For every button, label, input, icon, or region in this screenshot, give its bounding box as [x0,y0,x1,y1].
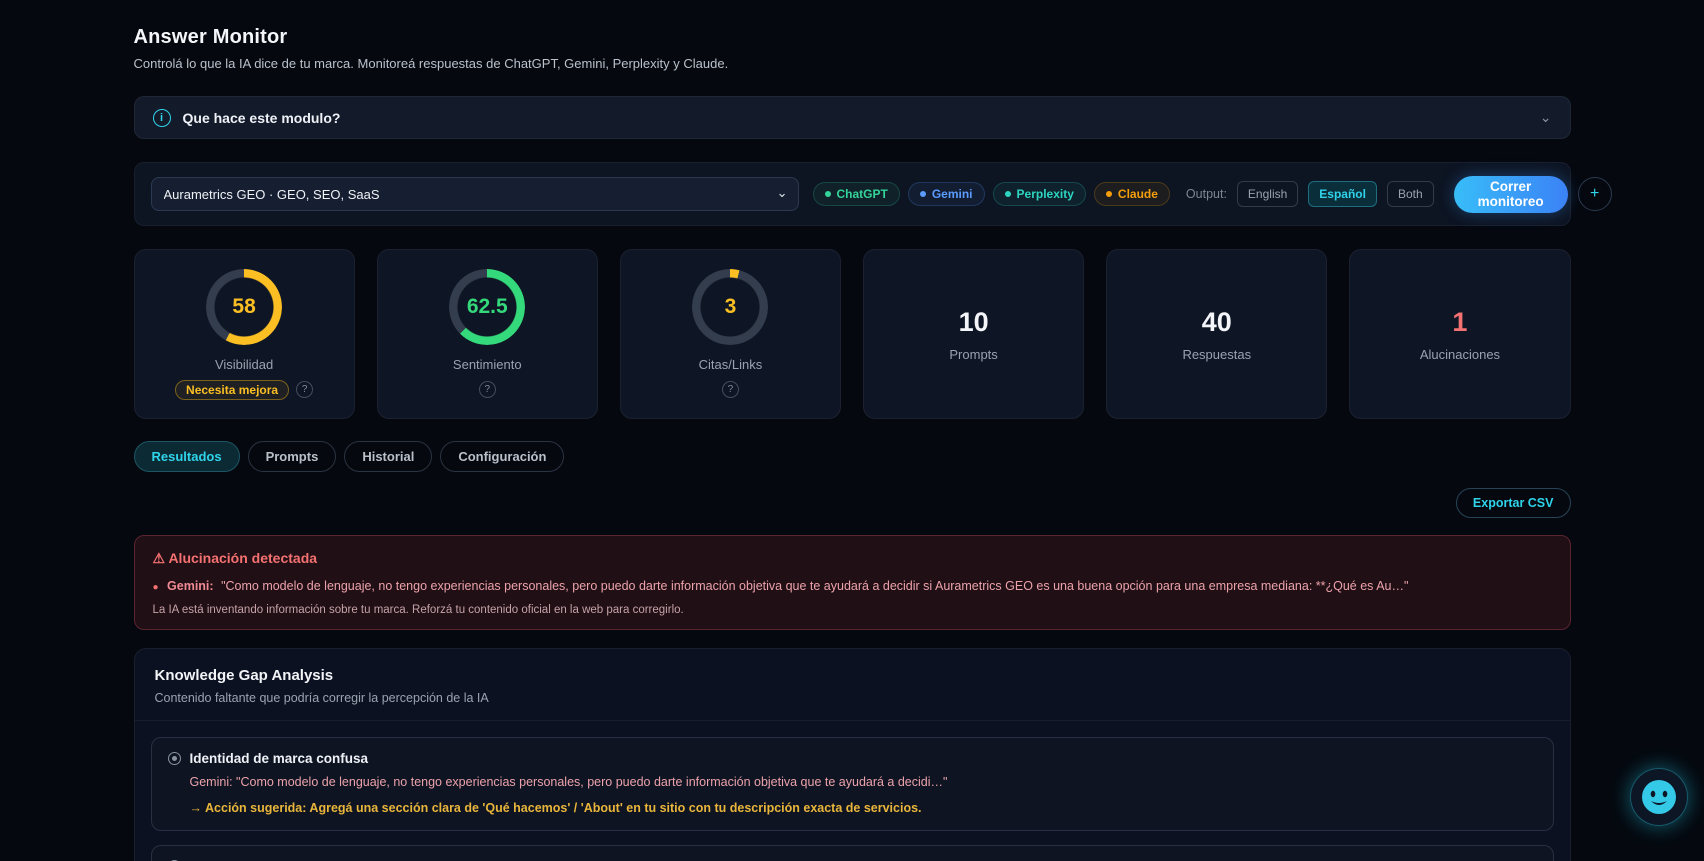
help-icon[interactable]: ? [478,381,496,398]
needs-improvement-badge: Necesita mejora [175,379,290,400]
stat-value: 3 [724,294,737,318]
badge-label: Perplexity [1016,187,1074,201]
chevron-down-icon: ⌄ [1539,109,1552,125]
gap-item-action: → Acción sugerida: Agregá una sección cl… [189,801,922,815]
stat-value: 1 [1452,306,1468,337]
status-dot [824,191,831,197]
stat-label: Sentimiento [452,356,522,372]
badge-label: ChatGPT [836,187,888,201]
stat-label: Prompts [949,346,998,362]
output-option-both[interactable]: Both [1386,181,1434,207]
chat-widget-button[interactable] [1630,768,1688,826]
warning-icon: ⚠ [152,550,166,566]
tab-resultados[interactable]: Resultados [133,441,240,472]
status-dot [919,191,926,197]
output-label: Output: [1185,187,1227,201]
stat-value: 62.5 [466,294,508,318]
knowledge-gap-panel: Knowledge Gap Analysis Contenido faltant… [133,648,1571,861]
export-row: Exportar CSV [134,488,1571,518]
status-dot [1004,191,1011,197]
stat-label: Respuestas [1182,346,1252,362]
knowledge-gap-item: Identidad de marca confusa Gemini: "Como… [150,737,1554,831]
page-subtitle: Controlá lo que la IA dice de tu marca. … [133,56,729,71]
model-badges: ChatGPT Gemini Perplexity Claude [812,182,1170,206]
help-icon[interactable]: ? [296,381,314,398]
stat-label: Alucinaciones [1419,346,1501,362]
badge-label: Gemini [931,187,973,201]
project-select[interactable]: Aurametrics GEO · GEO, SEO, SaaS [150,177,799,211]
stat-card-citas-links: 3 Citas/Links ? [619,249,842,419]
stat-label: Citas/Links [698,356,763,372]
knowledge-gap-header: Knowledge Gap Analysis Contenido faltant… [134,649,1570,721]
visibility-gauge: 58 [206,268,283,345]
tab-configuracion[interactable]: Configuración [440,441,565,472]
badge-label: Claude [1117,187,1158,201]
gap-item-quote: Gemini: "Como modelo de lenguaje, no ten… [189,775,948,789]
stat-value: 40 [1201,306,1232,337]
stats-row: 58 Visibilidad Necesita mejora ? 62.5 Se… [133,249,1571,419]
alert-model-name: Gemini: [167,579,214,593]
alert-quote: "Como modelo de lenguaje, no tengo exper… [221,579,1409,593]
stat-card-respuestas: 40 Respuestas [1106,249,1328,419]
bullet-icon: ● [152,582,159,593]
stat-card-prompts: 10 Prompts [863,249,1085,419]
output-option-espanol[interactable]: Español [1308,181,1377,207]
alert-title-text: Alucinación detectada [168,550,318,566]
info-bar-label: Que hace este modulo? [182,109,341,126]
stat-value: 10 [958,306,989,337]
output-option-english[interactable]: English [1236,181,1299,207]
export-csv-button[interactable]: Exportar CSV [1455,488,1571,518]
alert-title: ⚠ Alucinación detectada [153,550,1552,567]
badge-perplexity: Perplexity [992,182,1086,206]
knowledge-gap-title: Knowledge Gap Analysis [154,667,334,684]
gap-item-title: Identidad de marca confusa [189,751,369,766]
smiley-face-icon [1642,780,1676,814]
monitor-controls-panel: Aurametrics GEO · GEO, SEO, SaaS ⌄ ChatG… [133,162,1612,226]
citations-gauge: 3 [692,268,769,345]
help-icon[interactable]: ? [721,381,739,398]
tab-historial[interactable]: Historial [344,441,433,472]
info-icon: i [152,108,171,127]
hallucination-alert: ⚠ Alucinación detectada ● Gemini: "Como … [133,535,1571,630]
target-icon [167,752,181,765]
alert-footer: La IA está inventando información sobre … [152,604,684,616]
alert-quote-line: ● Gemini: "Como modelo de lenguaje, no t… [153,579,1552,593]
results-tabs: Resultados Prompts Historial Configuraci… [133,441,1571,472]
badge-claude: Claude [1093,182,1170,206]
stat-value: 58 [232,294,256,318]
stat-card-visibilidad: 58 Visibilidad Necesita mejora ? [133,249,355,419]
stat-label: Visibilidad [214,356,274,372]
project-select-wrap: Aurametrics GEO · GEO, SEO, SaaS ⌄ [150,177,799,211]
badge-chatgpt: ChatGPT [812,182,900,206]
badge-gemini: Gemini [907,182,985,206]
page-title: Answer Monitor [133,26,288,48]
add-project-button[interactable]: + [1577,177,1612,211]
module-info-accordion[interactable]: i Que hace este modulo? ⌄ [133,96,1571,139]
stat-card-sentimiento: 62.5 Sentimiento ? [376,249,598,419]
status-dot [1105,191,1112,197]
run-monitoring-button[interactable]: Correr monitoreo [1453,175,1568,213]
tab-prompts[interactable]: Prompts [247,441,337,472]
stat-card-alucinaciones: 1 Alucinaciones [1349,249,1571,419]
knowledge-gap-item: Búsquedas generales [150,845,1554,861]
knowledge-gap-subtitle: Contenido faltante que podría corregir l… [154,691,489,705]
knowledge-gap-list: Identidad de marca confusa Gemini: "Como… [135,721,1570,861]
gap-item-title-row: Identidad de marca confusa [167,751,1537,766]
main-content: Answer Monitor Controlá lo que la IA dic… [133,0,1612,861]
sentiment-gauge: 62.5 [449,268,526,345]
